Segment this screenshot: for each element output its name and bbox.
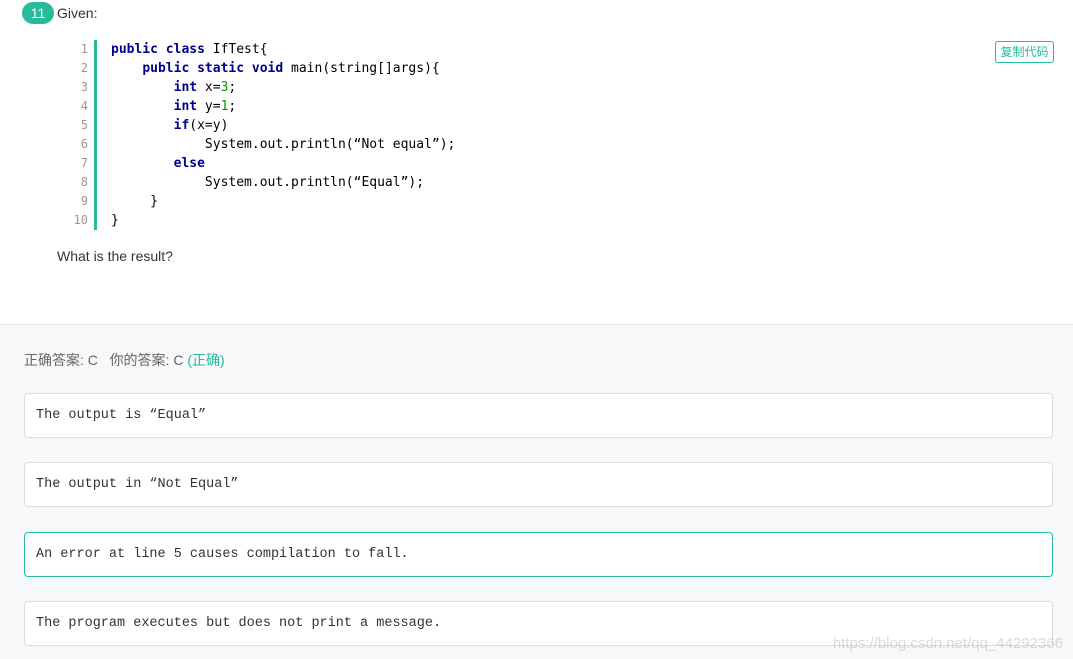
line-number: 7 bbox=[80, 156, 88, 170]
code-text: ; bbox=[228, 80, 237, 95]
code-line: } bbox=[111, 211, 455, 230]
line-number-gutter: 1 2 3 4 5 6 7 8 9 10 bbox=[62, 40, 97, 230]
code-text: } bbox=[111, 194, 158, 209]
code-keyword: int bbox=[173, 80, 198, 95]
line-number: 5 bbox=[80, 118, 88, 132]
your-answer-label: 你的答案: C bbox=[109, 352, 184, 368]
result-tag: (正确) bbox=[187, 352, 225, 368]
code-keyword: public class bbox=[111, 42, 205, 57]
code-line: else bbox=[111, 154, 455, 173]
line-number: 9 bbox=[80, 194, 88, 208]
line-number: 8 bbox=[80, 175, 88, 189]
quiz-page: 11 Given: 1 2 3 4 5 6 7 8 9 10 public cl… bbox=[0, 0, 1073, 659]
option-c[interactable]: An error at line 5 causes compilation to… bbox=[24, 532, 1053, 577]
code-text: (x=y) bbox=[189, 118, 229, 133]
code-text: ; bbox=[228, 99, 237, 114]
copy-code-button[interactable]: 复制代码 bbox=[995, 41, 1054, 63]
option-a[interactable]: The output is “Equal” bbox=[24, 393, 1053, 438]
given-label: Given: bbox=[57, 5, 98, 21]
option-text: The program executes but does not print … bbox=[36, 616, 442, 631]
code-text: main(string[]args){ bbox=[283, 61, 440, 76]
correct-answer-label: 正确答案: C bbox=[24, 352, 98, 368]
code-text: IfTest{ bbox=[204, 42, 268, 57]
question-number-badge: 11 bbox=[22, 2, 54, 24]
answer-summary: 正确答案: C 你的答案: C (正确) bbox=[24, 350, 225, 370]
code-keyword: int bbox=[173, 99, 198, 114]
code-line: public class IfTest{ bbox=[111, 40, 455, 59]
code-text: System.out.println(“Equal”); bbox=[111, 175, 425, 190]
code-text: System.out.println(“Not equal”); bbox=[111, 137, 456, 152]
code-keyword: if bbox=[173, 118, 190, 133]
code-line: } bbox=[111, 192, 455, 211]
code-block: 1 2 3 4 5 6 7 8 9 10 public class IfTest… bbox=[62, 40, 1057, 232]
watermark: https://blog.csdn.net/qq_44292366 bbox=[832, 635, 1063, 652]
line-number: 6 bbox=[80, 137, 88, 151]
code-line: if(x=y) bbox=[111, 116, 455, 135]
code-keyword: else bbox=[173, 156, 205, 171]
option-text: The output is “Equal” bbox=[36, 408, 207, 423]
code-text: x= bbox=[197, 80, 221, 95]
line-number: 2 bbox=[80, 61, 88, 75]
code-line: int y=1; bbox=[111, 97, 455, 116]
line-number: 3 bbox=[80, 80, 88, 94]
code-text: } bbox=[111, 213, 119, 228]
line-number: 10 bbox=[73, 213, 88, 227]
option-text: An error at line 5 causes compilation to… bbox=[36, 547, 409, 562]
question-prompt: What is the result? bbox=[57, 248, 173, 264]
question-header: 11 Given: bbox=[22, 1, 97, 25]
option-b[interactable]: The output in “Not Equal” bbox=[24, 462, 1053, 507]
line-number: 1 bbox=[80, 42, 88, 56]
code-text: y= bbox=[197, 99, 221, 114]
code-lines: public class IfTest{ public static void … bbox=[111, 40, 455, 230]
line-number: 4 bbox=[80, 99, 88, 113]
code-keyword: public static void bbox=[142, 61, 284, 76]
code-line: int x=3; bbox=[111, 78, 455, 97]
option-text: The output in “Not Equal” bbox=[36, 477, 239, 492]
code-line: public static void main(string[]args){ bbox=[111, 59, 455, 78]
answer-area: 正确答案: C 你的答案: C (正确) The output is “Equa… bbox=[0, 324, 1073, 659]
code-line: System.out.println(“Equal”); bbox=[111, 173, 455, 192]
code-line: System.out.println(“Not equal”); bbox=[111, 135, 455, 154]
